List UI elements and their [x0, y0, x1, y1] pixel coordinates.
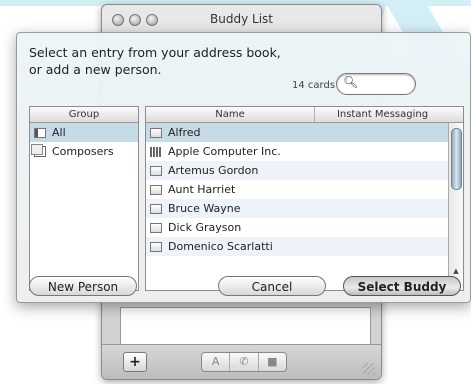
group-item-all[interactable]: All	[30, 123, 138, 142]
window-title: Buddy List	[210, 12, 273, 26]
list-item[interactable]: Alfred	[146, 123, 463, 142]
group-label: All	[52, 126, 66, 139]
contact-mode-control[interactable]: A ✆ ■	[201, 352, 287, 372]
magnifier-icon: 🔍︎	[343, 75, 359, 89]
building-icon	[150, 146, 162, 157]
name-label: Dick Grayson	[168, 221, 242, 234]
card-count: 14 cards	[292, 80, 336, 91]
group-label: Composers	[52, 145, 114, 158]
name-label: Domenico Scarlatti	[168, 240, 273, 253]
buddy-list-area	[120, 307, 371, 347]
card-icon	[150, 184, 162, 195]
card-icon	[150, 241, 162, 252]
name-label: Aunt Harriet	[168, 183, 236, 196]
prompt-line: or add a new person.	[29, 62, 162, 77]
add-buddy-button[interactable]: +	[123, 352, 147, 372]
list-item[interactable]: Apple Computer Inc.	[146, 142, 463, 161]
resize-grip-icon[interactable]	[363, 363, 375, 375]
name-label: Artemus Gordon	[168, 164, 259, 177]
buddy-list-toolbar: + A ✆ ■	[102, 344, 381, 379]
names-column-headers: Name Instant Messaging	[146, 107, 463, 123]
card-icon	[34, 127, 46, 138]
list-item[interactable]: Artemus Gordon	[146, 161, 463, 180]
camera-icon[interactable]: ■	[259, 353, 286, 371]
list-item[interactable]: Aunt Harriet	[146, 180, 463, 199]
im-column-header[interactable]: Instant Messaging	[315, 107, 450, 122]
list-item[interactable]: Dick Grayson	[146, 218, 463, 237]
group-header-label: Group	[68, 109, 100, 120]
name-label: Bruce Wayne	[168, 202, 241, 215]
group-icon	[31, 144, 46, 157]
name-label: Alfred	[168, 126, 201, 139]
new-person-button[interactable]: New Person	[29, 276, 137, 296]
name-label: Apple Computer Inc.	[168, 145, 281, 158]
group-list: Group All Composers	[29, 106, 139, 291]
card-icon	[150, 222, 162, 233]
card-icon	[150, 203, 162, 214]
search-field[interactable]: 🔍︎	[336, 73, 416, 95]
prompt-line: Select an entry from your address book,	[29, 45, 281, 60]
vertical-scrollbar[interactable]: ▲ ▼	[448, 123, 463, 290]
phone-icon[interactable]: ✆	[230, 353, 259, 371]
select-buddy-button[interactable]: Select Buddy	[343, 276, 461, 296]
name-column-header[interactable]: Name	[146, 107, 315, 122]
names-list: Name Instant Messaging Alfred Apple Comp…	[145, 106, 464, 291]
dialog-prompt: Select an entry from your address book, …	[29, 44, 281, 78]
list-item[interactable]: Bruce Wayne	[146, 199, 463, 218]
select-buddy-sheet: Select an entry from your address book, …	[16, 32, 471, 303]
text-chat-button[interactable]: A	[202, 353, 231, 371]
card-icon	[150, 127, 162, 138]
search-input[interactable]	[357, 76, 413, 92]
card-icon	[150, 165, 162, 176]
group-item-composers[interactable]: Composers	[30, 142, 138, 161]
scroll-thumb[interactable]	[451, 128, 462, 190]
group-column-header[interactable]: Group	[30, 107, 138, 123]
list-item[interactable]: Domenico Scarlatti	[146, 237, 463, 256]
cancel-button[interactable]: Cancel	[218, 276, 326, 296]
